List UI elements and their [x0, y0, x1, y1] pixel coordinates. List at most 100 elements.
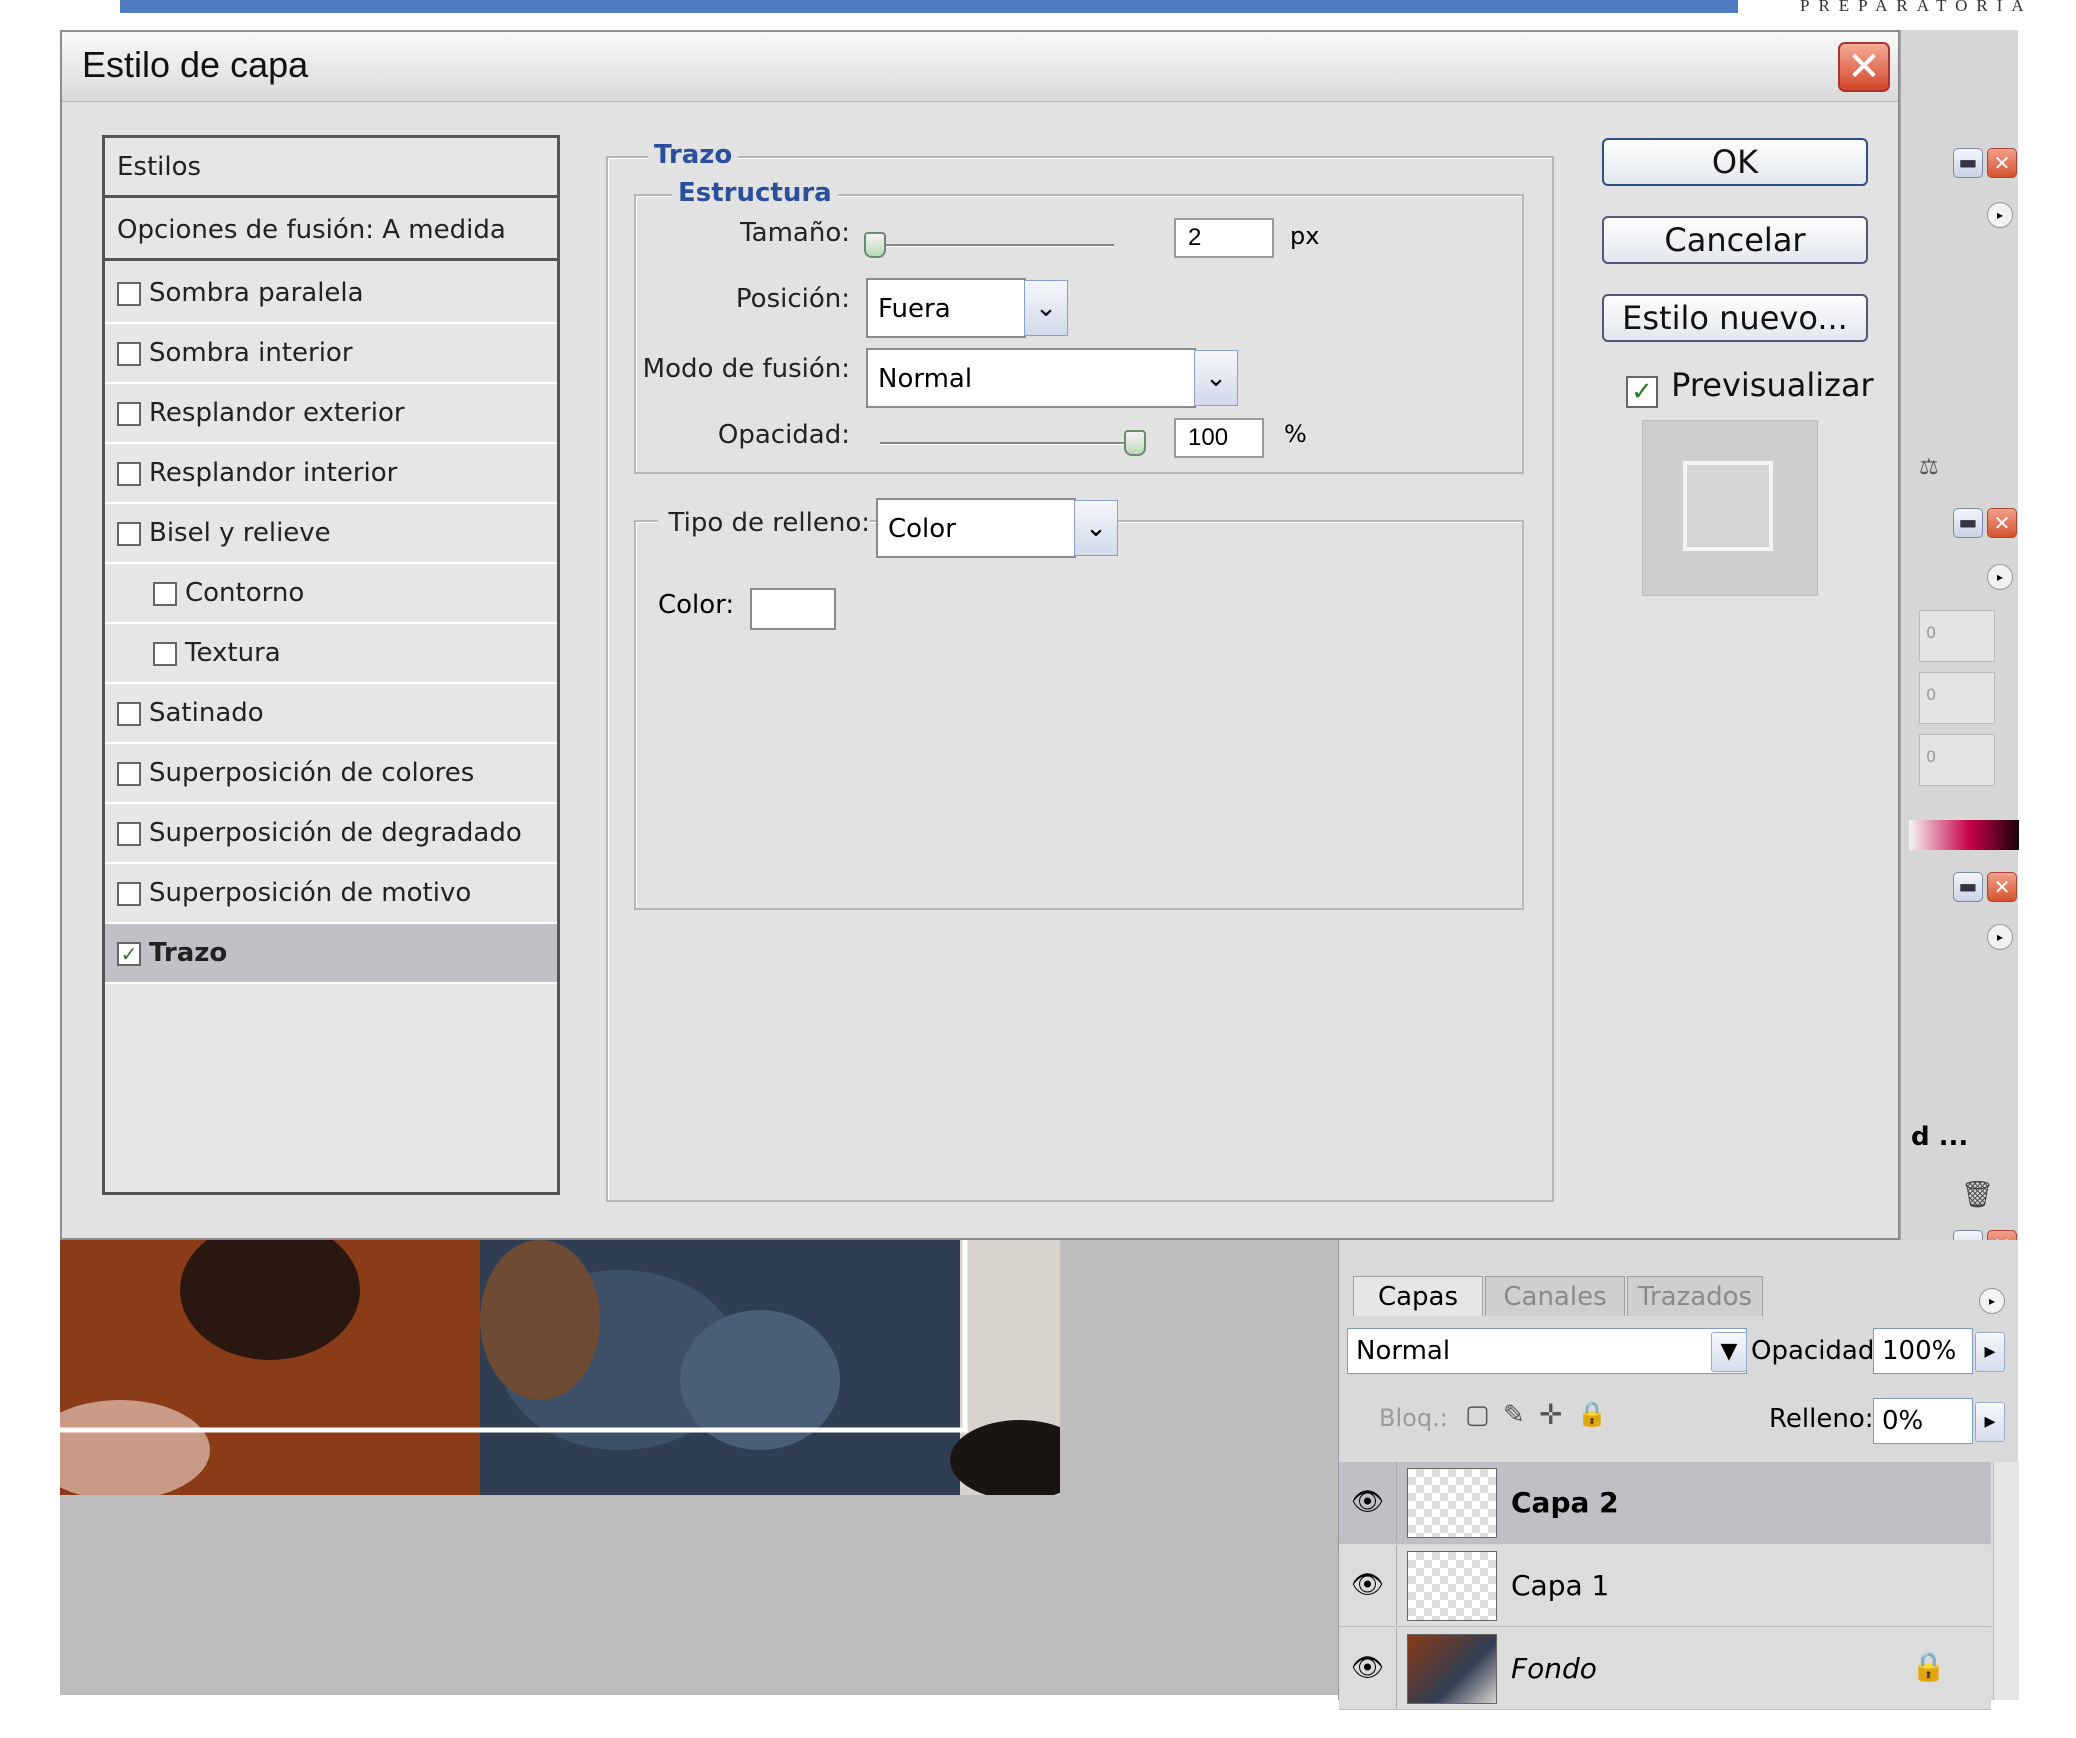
close-icon[interactable]: ✕ [1987, 148, 2017, 178]
layer-row[interactable]: 👁 Capa 1 [1339, 1545, 1991, 1627]
blend-mode-select[interactable]: Normal [866, 348, 1196, 408]
layer-thumbnail [1407, 1468, 1497, 1538]
new-style-button[interactable]: Estilo nuevo... [1602, 294, 1868, 342]
style-item[interactable]: Sombra interior [105, 324, 557, 384]
styles-header[interactable]: Estilos [105, 138, 557, 198]
cancel-button[interactable]: Cancelar [1602, 216, 1868, 264]
opacity-slider[interactable] [880, 430, 1146, 456]
minimize-icon[interactable]: ▬ [1953, 508, 1983, 538]
fill-type-label: Tipo de relleno: [658, 508, 870, 538]
style-item[interactable]: Superposición de degradado [105, 804, 557, 864]
ok-button[interactable]: OK [1602, 138, 1868, 186]
dialog-title: Estilo de capa [82, 44, 309, 85]
style-item-label: Resplandor exterior [149, 398, 405, 428]
size-slider-handle[interactable] [864, 232, 886, 258]
panel-field[interactable]: 0 [1919, 610, 1995, 662]
layer-blend-mode-select[interactable]: Normal [1347, 1328, 1747, 1374]
style-checkbox[interactable] [117, 881, 141, 906]
lock-brush-icon[interactable]: ✎ [1503, 1400, 1525, 1430]
style-item-label: Sombra paralela [149, 278, 364, 308]
eye-icon[interactable]: 👁 [1339, 1545, 1397, 1625]
lock-all-icon[interactable]: 🔒 [1577, 1400, 1607, 1428]
eye-icon[interactable]: 👁 [1339, 1628, 1397, 1708]
layer-name: Fondo [1511, 1652, 1597, 1685]
style-checkbox[interactable] [153, 581, 177, 606]
close-button[interactable]: ✕ [1838, 42, 1890, 92]
style-checkbox[interactable] [117, 341, 141, 366]
style-item[interactable]: Superposición de motivo [105, 864, 557, 924]
color-ramp[interactable] [1909, 820, 2019, 850]
fill-label: Relleno: [1769, 1404, 1874, 1434]
chevron-down-icon[interactable]: ⌄ [1194, 350, 1238, 406]
fill-type-select[interactable]: Color [876, 498, 1076, 558]
photo-image [60, 1230, 1060, 1495]
tab-layers[interactable]: Capas [1353, 1276, 1483, 1316]
style-item[interactable]: Resplandor interior [105, 444, 557, 504]
opacity-slider-handle[interactable] [1124, 430, 1146, 456]
style-item[interactable]: Satinado [105, 684, 557, 744]
minimize-icon[interactable]: ▬ [1953, 872, 1983, 902]
chevron-down-icon[interactable]: ⌄ [1074, 500, 1118, 556]
close-icon[interactable]: ✕ [1987, 508, 2017, 538]
panel-menu-icon[interactable]: ▸ [1979, 1288, 2005, 1314]
style-item[interactable]: ✓ Trazo [105, 924, 557, 984]
lock-move-icon[interactable]: ✛ [1539, 1398, 1562, 1431]
layer-name: Capa 2 [1511, 1486, 1619, 1519]
layer-opacity-input[interactable]: 100% [1873, 1328, 1973, 1374]
panel-field[interactable]: 0 [1919, 734, 1995, 786]
style-checkbox[interactable] [117, 401, 141, 426]
position-select[interactable]: Fuera [866, 278, 1026, 338]
style-item[interactable]: Sombra paralela [105, 264, 557, 324]
lock-transparency-icon[interactable]: ▢ [1465, 1400, 1490, 1430]
fill-input[interactable]: 0% [1873, 1398, 1973, 1444]
style-checkbox[interactable] [117, 701, 141, 726]
trash-icon[interactable]: 🗑 [1961, 1180, 1994, 1210]
opacity-input[interactable] [1174, 418, 1264, 458]
style-item[interactable]: Superposición de colores [105, 744, 557, 804]
tab-channels[interactable]: Canales [1485, 1276, 1625, 1316]
style-item[interactable]: Resplandor exterior [105, 384, 557, 444]
layer-name: Capa 1 [1511, 1569, 1610, 1602]
style-checkbox[interactable] [117, 521, 141, 546]
minimize-icon[interactable]: ▬ [1953, 148, 1983, 178]
style-checkbox[interactable] [117, 821, 141, 846]
arrow-right-icon[interactable]: ▸ [1975, 1402, 2005, 1442]
style-checkbox[interactable]: ✓ [117, 941, 141, 966]
size-input[interactable] [1174, 218, 1274, 258]
panel-menu-icon[interactable]: ▸ [1987, 564, 2013, 590]
panel-field[interactable]: 0 [1919, 672, 1995, 724]
panel-menu-icon[interactable]: ▸ [1987, 202, 2013, 228]
style-item-label: Superposición de motivo [149, 878, 472, 908]
style-checkbox[interactable] [117, 461, 141, 486]
canvas-photo [60, 1230, 1060, 1495]
tab-paths[interactable]: Trazados [1627, 1276, 1763, 1316]
dialog-titlebar[interactable]: Estilo de capa ✕ [62, 32, 1898, 102]
chevron-down-icon[interactable]: ▼ [1711, 1332, 1747, 1372]
layer-row[interactable]: 👁 Capa 2 [1339, 1462, 1991, 1544]
arrow-right-icon[interactable]: ▸ [1975, 1332, 2005, 1372]
close-icon[interactable]: ✕ [1987, 872, 2017, 902]
close-icon: ✕ [1847, 44, 1881, 90]
layers-scrollbar[interactable] [1993, 1462, 2019, 1700]
size-slider[interactable] [864, 232, 1114, 258]
style-item[interactable]: Textura [105, 624, 557, 684]
style-item[interactable]: Bisel y relieve [105, 504, 557, 564]
size-unit: px [1290, 222, 1320, 250]
preview-checkbox-row[interactable]: ✓ Previsualizar [1626, 366, 1886, 408]
eye-icon[interactable]: 👁 [1339, 1462, 1397, 1542]
color-swatch[interactable] [750, 588, 836, 630]
color-label: Color: [658, 590, 735, 620]
style-item[interactable]: Contorno [105, 564, 557, 624]
layer-style-dialog: Estilo de capa ✕ Estilos Opciones de fus… [60, 30, 1900, 1240]
panel-menu-icon[interactable]: ▸ [1987, 924, 2013, 950]
style-item-label: Superposición de degradado [149, 818, 522, 848]
blending-options-item[interactable]: Opciones de fusión: A medida [105, 201, 557, 261]
chevron-down-icon[interactable]: ⌄ [1024, 280, 1068, 336]
scale-icon[interactable]: ⚖ [1919, 455, 1969, 485]
layer-row[interactable]: 👁 Fondo 🔒 [1339, 1628, 1991, 1710]
style-checkbox[interactable] [153, 641, 177, 666]
preview-checkbox[interactable]: ✓ [1626, 375, 1658, 408]
style-checkbox[interactable] [117, 761, 141, 786]
style-checkbox[interactable] [117, 281, 141, 306]
fill-type-group [634, 520, 1524, 910]
